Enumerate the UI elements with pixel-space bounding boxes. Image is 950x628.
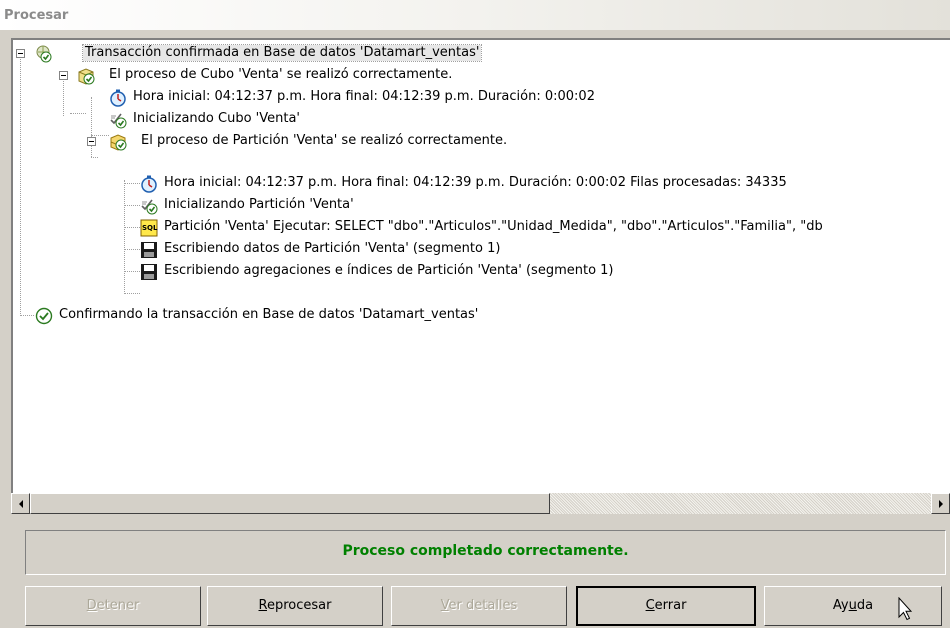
scroll-left-button[interactable]	[11, 493, 30, 514]
tree-node-label: Escribiendo datos de Partición 'Venta' (…	[164, 241, 501, 256]
stop-button[interactable]: Detener	[25, 586, 201, 626]
collapse-toggle-icon[interactable]	[87, 137, 96, 146]
window-title: Procesar	[4, 8, 69, 23]
initialize-check-icon	[109, 111, 127, 129]
process-tree[interactable]: Transacción confirmada en Base de datos …	[11, 38, 950, 493]
button-label: Cerrar	[645, 598, 687, 613]
horizontal-scrollbar[interactable]	[11, 493, 950, 514]
svg-text:SQL: SQL	[142, 224, 158, 232]
view-details-button[interactable]: Ver detalles	[391, 586, 567, 626]
reprocess-button[interactable]: Reprocesar	[207, 586, 383, 626]
tree-node-label: Inicializando Cubo 'Venta'	[133, 111, 300, 126]
tree-node-label: Hora inicial: 04:12:37 p.m. Hora final: …	[164, 175, 787, 190]
button-label: Ver detalles	[440, 598, 518, 613]
sql-icon: SQL	[140, 219, 158, 237]
transaction-check-icon	[34, 45, 52, 63]
title-bar: Procesar	[0, 0, 950, 30]
button-label: Detener	[86, 598, 140, 613]
tree-node-label: Confirmando la transacción en Base de da…	[59, 307, 479, 322]
help-button[interactable]: Ayuda	[764, 586, 942, 626]
tree-node-label: Hora inicial: 04:12:37 p.m. Hora final: …	[133, 89, 595, 104]
button-label: Reprocesar	[258, 598, 332, 613]
tree-node-label: El proceso de Cubo 'Venta' se realizó co…	[109, 67, 453, 82]
close-button[interactable]: Cerrar	[576, 586, 756, 626]
status-message: Proceso completado correctamente.	[342, 543, 629, 559]
button-label: Ayuda	[832, 598, 874, 613]
collapse-toggle-icon[interactable]	[16, 49, 25, 58]
floppy-disk-icon	[140, 263, 158, 281]
stopwatch-icon	[140, 175, 158, 193]
tree-node-label: El proceso de Partición 'Venta' se reali…	[141, 133, 508, 148]
tree-node-label: Partición 'Venta' Ejecutar: SELECT "dbo"…	[164, 219, 823, 234]
tree-node-label: Transacción confirmada en Base de datos …	[81, 44, 483, 62]
status-panel: Proceso completado correctamente.	[25, 530, 946, 575]
arrow-right-icon	[939, 500, 943, 508]
tree-node-label: Escribiendo agregaciones e índices de Pa…	[164, 263, 614, 278]
floppy-disk-icon	[140, 241, 158, 259]
check-circle-icon	[35, 307, 53, 325]
tree-node-label: Inicializando Partición 'Venta'	[164, 197, 354, 212]
arrow-left-icon	[19, 500, 23, 508]
initialize-check-icon	[140, 197, 158, 215]
scroll-right-button[interactable]	[931, 493, 950, 514]
cube-check-icon	[77, 67, 95, 85]
partition-check-icon	[109, 133, 127, 151]
scroll-thumb[interactable]	[30, 493, 550, 514]
mouse-pointer-icon	[898, 596, 913, 625]
scroll-track[interactable]	[550, 493, 931, 514]
stopwatch-icon	[109, 89, 127, 107]
collapse-toggle-icon[interactable]	[59, 71, 68, 80]
